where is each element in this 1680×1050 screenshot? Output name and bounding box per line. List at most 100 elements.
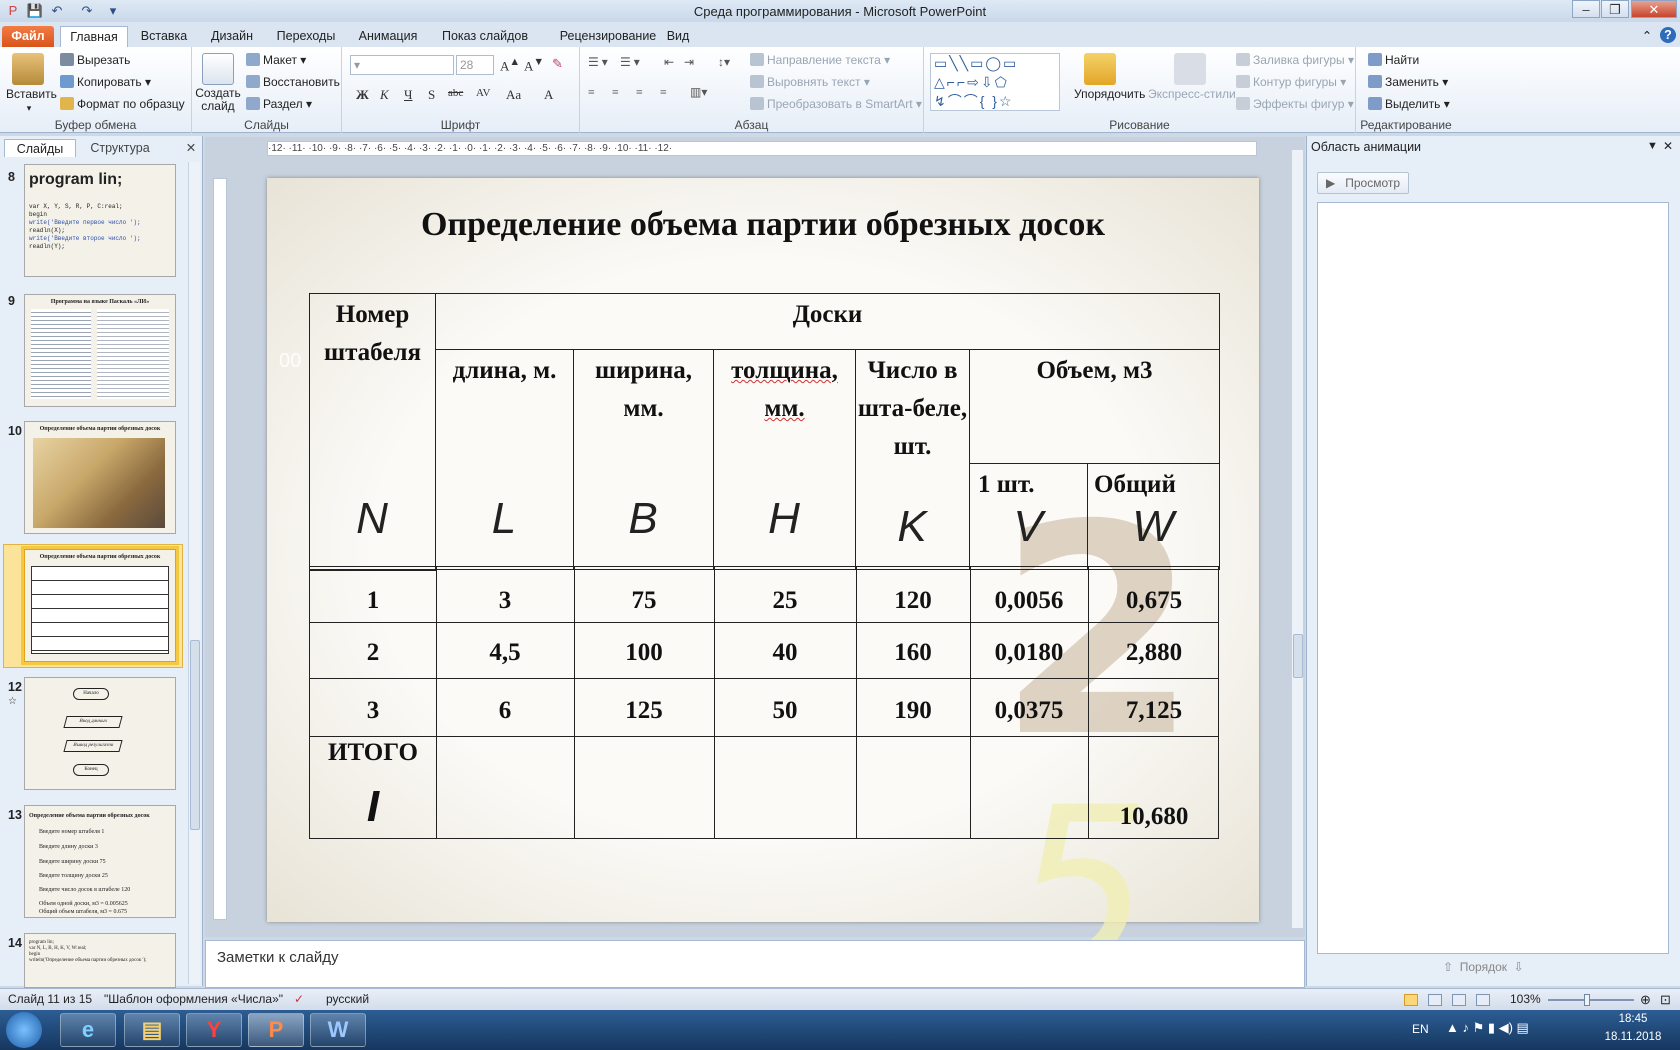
normal-view-icon[interactable] xyxy=(1404,994,1418,1006)
bold-button[interactable]: Ж xyxy=(356,87,369,103)
italic-button[interactable]: К xyxy=(380,87,389,103)
keyboard-language[interactable]: EN xyxy=(1412,1022,1429,1036)
arrange-button[interactable]: Упорядочить xyxy=(1074,87,1145,101)
fit-to-window-icon[interactable]: ⊡ xyxy=(1660,989,1671,1010)
shape-effects-button[interactable]: Эффекты фигур ▾ xyxy=(1236,97,1354,111)
animation-list[interactable] xyxy=(1317,202,1669,954)
clock-time[interactable]: 18:45 xyxy=(1608,1013,1658,1025)
clear-format-icon[interactable]: ✎ xyxy=(552,56,563,72)
tab-design[interactable]: Дизайн xyxy=(208,26,256,47)
new-slide-icon[interactable] xyxy=(202,53,234,85)
close-pane-icon[interactable]: ✕ xyxy=(184,139,198,157)
slide-thumbnail-12[interactable]: Начало Ввод данных Вывод результатов Кон… xyxy=(24,677,176,790)
justify-icon[interactable]: ≡ xyxy=(660,85,667,100)
bullets-icon[interactable]: ☰ ▾ xyxy=(588,55,608,70)
font-name-field[interactable]: ▾ xyxy=(350,55,454,75)
align-right-icon[interactable]: ≡ xyxy=(636,85,643,100)
shadow-button[interactable]: S xyxy=(428,87,435,103)
minimize-ribbon-icon[interactable]: ⌃ xyxy=(1640,26,1654,47)
taskbar-word[interactable]: W xyxy=(310,1013,366,1047)
tab-insert[interactable]: Вставка xyxy=(138,26,190,47)
tray-icons[interactable]: ▲ ♪ ⚑ ▮ ◀) ▤ xyxy=(1446,1020,1529,1036)
taskbar-explorer[interactable]: ▤ xyxy=(124,1013,180,1047)
horizontal-ruler[interactable]: ·12· ·11· ·10· ·9· ·8· ·7· ·6· ·5· ·4· ·… xyxy=(267,141,1257,156)
minimize-button[interactable]: – xyxy=(1572,0,1600,18)
tab-slideshow[interactable]: Показ слайдов xyxy=(440,26,530,47)
align-left-icon[interactable]: ≡ xyxy=(588,85,595,100)
decrease-indent-icon[interactable]: ⇤ xyxy=(664,55,674,70)
slide-title[interactable]: Определение объема партии обрезных досок xyxy=(267,206,1259,244)
slideshow-icon[interactable] xyxy=(1476,994,1490,1006)
vertical-ruler[interactable] xyxy=(213,178,227,920)
notes-area[interactable]: Заметки к слайду xyxy=(205,940,1305,988)
slide-thumbnail-11[interactable]: Определение объема партии обрезных досок xyxy=(21,546,179,665)
font-color-button[interactable]: A xyxy=(544,87,553,103)
canvas-scrollbar[interactable] xyxy=(1291,150,1303,928)
paste-button[interactable]: Вставить xyxy=(6,87,57,101)
slide-sorter-icon[interactable] xyxy=(1428,994,1442,1006)
quick-styles-icon[interactable] xyxy=(1174,53,1206,85)
start-button[interactable] xyxy=(6,1012,42,1048)
pane-dropdown-icon[interactable]: ▼ xyxy=(1647,140,1658,152)
tab-animation[interactable]: Анимация xyxy=(355,26,421,47)
reset-button[interactable]: Восстановить xyxy=(246,75,340,89)
change-case-button[interactable]: Aa xyxy=(506,87,521,103)
find-button[interactable]: Найти xyxy=(1368,53,1419,67)
tab-review[interactable]: Рецензирование xyxy=(546,26,670,47)
theme-name[interactable]: "Шаблон оформления «Числа»" xyxy=(104,989,283,1010)
shape-outline-button[interactable]: Контур фигуры ▾ xyxy=(1236,75,1346,89)
reading-view-icon[interactable] xyxy=(1452,994,1466,1006)
copy-button[interactable]: Копировать ▾ xyxy=(60,75,151,89)
zoom-slider-thumb[interactable] xyxy=(1584,994,1590,1006)
move-up-icon[interactable]: ⇧ xyxy=(1443,960,1453,974)
replace-button[interactable]: Заменить ▾ xyxy=(1368,75,1448,89)
quick-styles-button[interactable]: Экспресс-стили xyxy=(1148,87,1236,101)
canvas-scrollbar-thumb[interactable] xyxy=(1293,634,1303,678)
tab-slides[interactable]: Слайды xyxy=(4,139,76,157)
shape-fill-button[interactable]: Заливка фигуры ▾ xyxy=(1236,53,1354,67)
maximize-button[interactable]: ❐ xyxy=(1601,0,1629,18)
clock-date[interactable]: 18.11.2018 xyxy=(1598,1031,1668,1043)
strikethrough-button[interactable]: abc xyxy=(448,87,463,99)
select-button[interactable]: Выделить ▾ xyxy=(1368,97,1450,111)
text-direction-button[interactable]: Направление текста ▾ xyxy=(750,53,890,67)
tab-home[interactable]: Главная xyxy=(60,26,128,47)
taskbar-powerpoint[interactable]: P xyxy=(248,1013,304,1047)
spellcheck-icon[interactable]: ✓ xyxy=(294,989,304,1010)
grow-font-icon[interactable]: A▲ xyxy=(500,56,520,74)
close-button[interactable]: ✕ xyxy=(1631,0,1677,18)
paste-icon[interactable] xyxy=(12,53,44,85)
new-slide-button[interactable]: Создать слайд xyxy=(194,87,242,113)
tab-file[interactable]: Файл xyxy=(2,26,54,47)
tab-transitions[interactable]: Переходы xyxy=(275,26,337,47)
paste-dropdown-icon[interactable]: ▾ xyxy=(4,103,54,114)
slide-thumbnail-8[interactable]: program lin; var X, Y, S, R, P, C:real; … xyxy=(24,164,176,277)
char-spacing-button[interactable]: AV xyxy=(476,87,490,99)
slides-scrollbar[interactable] xyxy=(188,162,200,984)
format-painter-button[interactable]: Формат по образцу xyxy=(60,97,185,111)
taskbar-yandex[interactable]: Y xyxy=(186,1013,242,1047)
cut-button[interactable]: Вырезать xyxy=(60,53,130,67)
font-size-field[interactable]: 28 xyxy=(456,55,494,75)
zoom-in-icon[interactable]: ⊕ xyxy=(1640,989,1651,1010)
columns-icon[interactable]: ▥▾ xyxy=(690,85,707,100)
underline-button[interactable]: Ч xyxy=(404,87,412,103)
close-pane-icon[interactable]: ✕ xyxy=(1663,139,1673,153)
arrange-icon[interactable] xyxy=(1084,53,1116,85)
slide-thumbnail-10[interactable]: Определение объема партии обрезных досок xyxy=(24,421,176,534)
slide[interactable]: 2 5 00 Определение объема партии обрезны… xyxy=(267,178,1259,998)
language[interactable]: русский xyxy=(326,989,369,1010)
move-down-icon[interactable]: ⇩ xyxy=(1514,960,1524,974)
layout-button[interactable]: Макет ▾ xyxy=(246,53,306,67)
zoom-slider[interactable] xyxy=(1548,994,1634,1006)
align-center-icon[interactable]: ≡ xyxy=(612,85,619,100)
smartart-button[interactable]: Преобразовать в SmartArt ▾ xyxy=(750,97,922,111)
increase-indent-icon[interactable]: ⇥ xyxy=(684,55,694,70)
slide-thumbnail-9[interactable]: Программа на языке Паскаль «ЛИ» xyxy=(24,294,176,407)
help-icon[interactable]: ? xyxy=(1660,27,1676,43)
slide-thumbnail-13[interactable]: Определение объема партии обрезных досок… xyxy=(24,805,176,918)
align-text-button[interactable]: Выровнять текст ▾ xyxy=(750,75,870,89)
numbering-icon[interactable]: ☰ ▾ xyxy=(620,55,640,70)
line-spacing-icon[interactable]: ↕▾ xyxy=(718,55,730,70)
shrink-font-icon[interactable]: A▼ xyxy=(524,56,544,74)
